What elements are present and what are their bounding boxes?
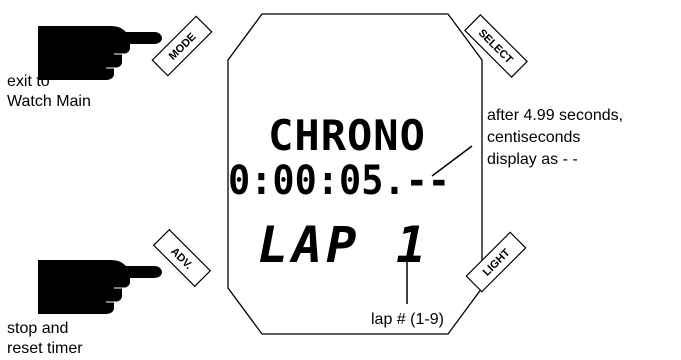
mode-note-line1: exit to xyxy=(7,73,50,90)
mode-note-line2: Watch Main xyxy=(7,93,91,110)
centiseconds-note-line1: after 4.99 seconds, xyxy=(487,107,623,124)
pointing-hand-icon-mode xyxy=(38,26,162,80)
lcd-line-lap-number: 1 xyxy=(396,216,426,274)
watch-diagram: MODE SELECT ADV. LIGHT CHRONO 0:00:05.--… xyxy=(7,13,623,357)
lcd-line-time: 0:00:05.-- xyxy=(228,158,450,204)
lcd-line-chrono: CHRONO xyxy=(268,111,426,160)
light-button[interactable]: LIGHT xyxy=(465,231,527,293)
adv-note-line1: stop and xyxy=(7,320,68,337)
select-button[interactable]: SELECT xyxy=(464,14,528,78)
mode-button[interactable]: MODE xyxy=(151,15,213,77)
pointing-hand-icon-adv xyxy=(38,260,162,314)
adv-button[interactable]: ADV. xyxy=(152,228,212,288)
centiseconds-note-line3: display as - - xyxy=(487,151,578,168)
adv-note-line2: reset timer xyxy=(7,340,83,357)
lap-note: lap # (1-9) xyxy=(371,311,444,328)
centiseconds-note-line2: centiseconds xyxy=(487,129,580,146)
lcd-line-lap-label: LAP xyxy=(258,216,360,274)
